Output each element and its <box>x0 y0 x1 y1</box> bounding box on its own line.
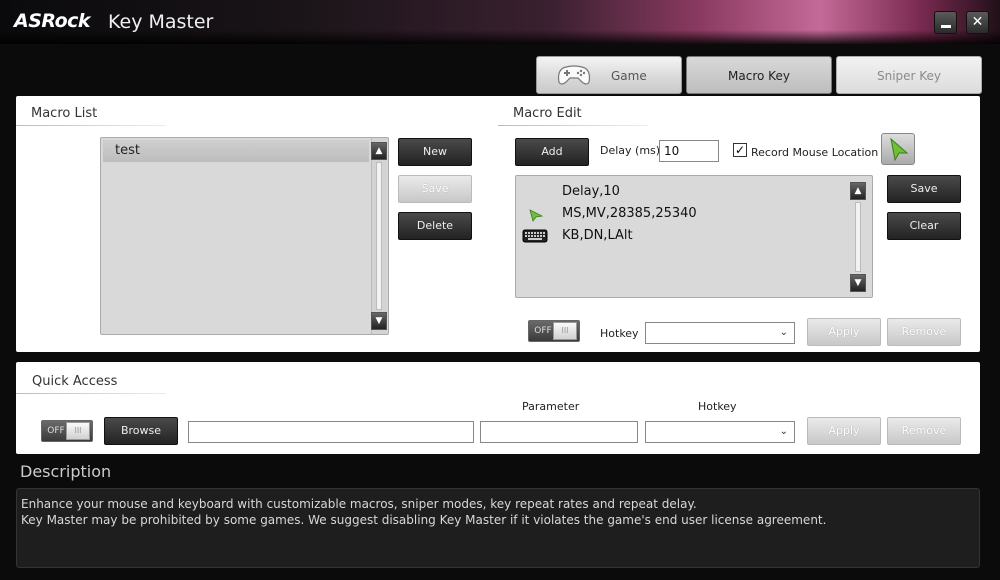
mouse-cursor-icon <box>529 209 544 222</box>
delete-macro-button[interactable]: Delete <box>398 212 472 240</box>
program-path-input[interactable] <box>188 421 474 443</box>
chevron-down-icon: ⌄ <box>779 327 788 338</box>
clear-macro-button[interactable]: Clear <box>887 212 961 240</box>
quick-access-title: Quick Access <box>32 374 118 389</box>
tab-game-label: Game <box>611 69 647 83</box>
macro-list-title: Macro List <box>31 106 98 121</box>
description-line: Key Master may be prohibited by some gam… <box>21 513 827 527</box>
quick-apply-button[interactable]: Apply <box>807 417 881 445</box>
parameter-input[interactable] <box>480 421 638 443</box>
tab-game[interactable]: Game <box>536 56 682 94</box>
remove-hotkey-button[interactable]: Remove <box>887 318 961 346</box>
macro-list-divider <box>16 125 166 126</box>
add-step-button[interactable]: Add <box>515 138 589 166</box>
description-box: Enhance your mouse and keyboard with cus… <box>16 488 980 568</box>
new-macro-button[interactable]: New <box>398 138 472 166</box>
macro-enable-toggle[interactable]: OFF III <box>528 320 580 342</box>
save-macro-button[interactable]: Save <box>887 175 961 203</box>
save-macro-list-button[interactable]: Save <box>398 175 472 203</box>
quick-access-divider <box>16 393 166 394</box>
tab-macro-key[interactable]: Macro Key <box>686 56 832 94</box>
mouse-cursor-button[interactable] <box>881 133 915 165</box>
macro-step-delay[interactable]: Delay,10 <box>562 184 620 199</box>
macro-step-mouse[interactable]: MS,MV,28385,25340 <box>562 206 697 221</box>
description-title: Description <box>20 462 112 481</box>
app-title: Key Master <box>108 11 214 33</box>
scroll-up-button[interactable]: ▲ <box>371 142 387 160</box>
record-mouse-label: Record Mouse Location <box>751 146 879 159</box>
macro-step-keyboard[interactable]: KB,DN,LAlt <box>562 228 633 243</box>
quick-hotkey-label: Hotkey <box>698 400 737 413</box>
apply-hotkey-button[interactable]: Apply <box>807 318 881 346</box>
quick-hotkey-select[interactable]: ⌄ <box>645 421 795 443</box>
title-bar: ASRock Key Master ✕ <box>0 0 1000 44</box>
macro-hotkey-select[interactable]: ⌄ <box>645 322 795 344</box>
scroll-up-button[interactable]: ▲ <box>850 182 866 200</box>
record-mouse-checkbox[interactable]: ✓ <box>733 143 747 157</box>
macro-list-scrollbar[interactable]: ▲ ▼ <box>371 138 387 334</box>
asrock-logo: ASRock <box>14 10 91 32</box>
scroll-down-button[interactable]: ▼ <box>850 274 866 292</box>
macro-edit-divider <box>498 125 648 126</box>
parameter-label: Parameter <box>522 400 580 413</box>
quick-remove-button[interactable]: Remove <box>887 417 961 445</box>
delay-input[interactable] <box>659 140 719 162</box>
toggle-knob: III <box>66 422 90 440</box>
quick-access-panel: Quick Access Parameter Hotkey OFF III Br… <box>16 362 980 454</box>
delay-label: Delay (ms) <box>600 144 661 157</box>
tab-sniper-key[interactable]: Sniper Key <box>836 56 982 94</box>
gamepad-icon <box>557 65 591 85</box>
close-icon: ✕ <box>971 14 984 30</box>
toggle-knob: III <box>553 322 577 340</box>
scroll-down-button[interactable]: ▼ <box>371 312 387 330</box>
quick-access-toggle[interactable]: OFF III <box>41 420 93 442</box>
keyboard-icon <box>522 229 548 243</box>
close-button[interactable]: ✕ <box>966 11 989 34</box>
macro-list-box[interactable]: test ▲ ▼ <box>100 137 389 335</box>
toggle-state-label: OFF <box>47 426 65 436</box>
list-item[interactable]: test <box>103 140 369 162</box>
cursor-arrow-icon <box>890 137 909 162</box>
description-line: Enhance your mouse and keyboard with cus… <box>21 497 697 511</box>
browse-button[interactable]: Browse <box>104 417 178 445</box>
scroll-thumb[interactable] <box>376 162 382 310</box>
chevron-down-icon: ⌄ <box>779 426 788 437</box>
scroll-thumb[interactable] <box>855 202 861 272</box>
macro-steps-scrollbar[interactable]: ▲ ▼ <box>847 176 866 297</box>
macro-hotkey-label: Hotkey <box>600 327 639 340</box>
toggle-state-label: OFF <box>534 326 552 336</box>
minimize-button[interactable] <box>934 11 957 34</box>
macro-steps-box[interactable]: Delay,10 MS,MV,28385,25340 KB,DN,LAlt ▲ … <box>515 175 873 298</box>
macro-panel: Macro List test ▲ ▼ New Save Delete Macr… <box>16 96 980 352</box>
macro-edit-title: Macro Edit <box>513 106 582 121</box>
